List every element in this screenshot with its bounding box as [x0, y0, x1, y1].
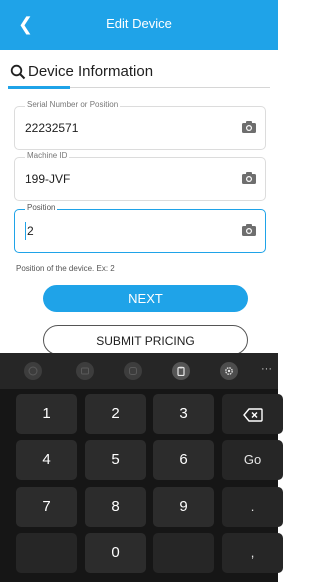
serial-number-value[interactable]: 22232571: [25, 121, 78, 135]
blank-key[interactable]: [16, 533, 77, 573]
key-0[interactable]: 0: [85, 533, 146, 573]
key-4[interactable]: 4: [16, 440, 77, 480]
backspace-icon: [242, 407, 263, 422]
search-icon: [10, 64, 26, 80]
position-label: Position: [25, 203, 58, 212]
position-value[interactable]: 2: [27, 224, 34, 238]
serial-number-label: Serial Number or Position: [25, 100, 121, 109]
settings-gear-icon[interactable]: [220, 362, 238, 380]
section-underline: [8, 86, 70, 89]
submit-pricing-button[interactable]: SUBMIT PRICING: [43, 325, 248, 355]
page-title: Edit Device: [106, 16, 172, 31]
section-title: Device Information: [28, 63, 154, 80]
camera-icon[interactable]: [241, 120, 257, 134]
more-options-icon[interactable]: ···: [261, 363, 272, 375]
machine-id-label: Machine ID: [25, 151, 70, 160]
sticker-icon[interactable]: [124, 362, 142, 380]
next-button[interactable]: NEXT: [43, 285, 248, 312]
position-field[interactable]: Position 2: [14, 203, 266, 253]
key-2[interactable]: 2: [85, 394, 146, 434]
section-header: Device Information: [8, 60, 270, 89]
key-3[interactable]: 3: [153, 394, 214, 434]
serial-number-field[interactable]: Serial Number or Position 22232571: [14, 100, 266, 150]
key-9[interactable]: 9: [153, 487, 214, 527]
text-cursor: [25, 222, 26, 240]
blank-key[interactable]: [153, 533, 214, 573]
app-bar: ❮ Edit Device: [0, 0, 278, 50]
camera-icon[interactable]: [241, 223, 257, 237]
key-5[interactable]: 5: [85, 440, 146, 480]
gif-icon[interactable]: [76, 362, 94, 380]
machine-id-value[interactable]: 199-JVF: [25, 172, 70, 186]
go-key[interactable]: Go: [222, 440, 283, 480]
key-6[interactable]: 6: [153, 440, 214, 480]
keyboard-toolbar: ···: [0, 353, 278, 389]
emoji-icon[interactable]: [24, 362, 42, 380]
key-1[interactable]: 1: [16, 394, 77, 434]
numeric-keyboard: 1 2 3 4 5 6 Go 7 8 9 . 0 ,: [0, 389, 283, 582]
comma-key[interactable]: ,: [222, 533, 283, 573]
machine-id-field[interactable]: Machine ID 199-JVF: [14, 151, 266, 201]
position-hint: Position of the device. Ex: 2: [16, 264, 115, 273]
backspace-key[interactable]: [222, 394, 283, 434]
camera-icon[interactable]: [241, 171, 257, 185]
clipboard-icon[interactable]: [172, 362, 190, 380]
period-key[interactable]: .: [222, 487, 283, 527]
key-7[interactable]: 7: [16, 487, 77, 527]
key-8[interactable]: 8: [85, 487, 146, 527]
